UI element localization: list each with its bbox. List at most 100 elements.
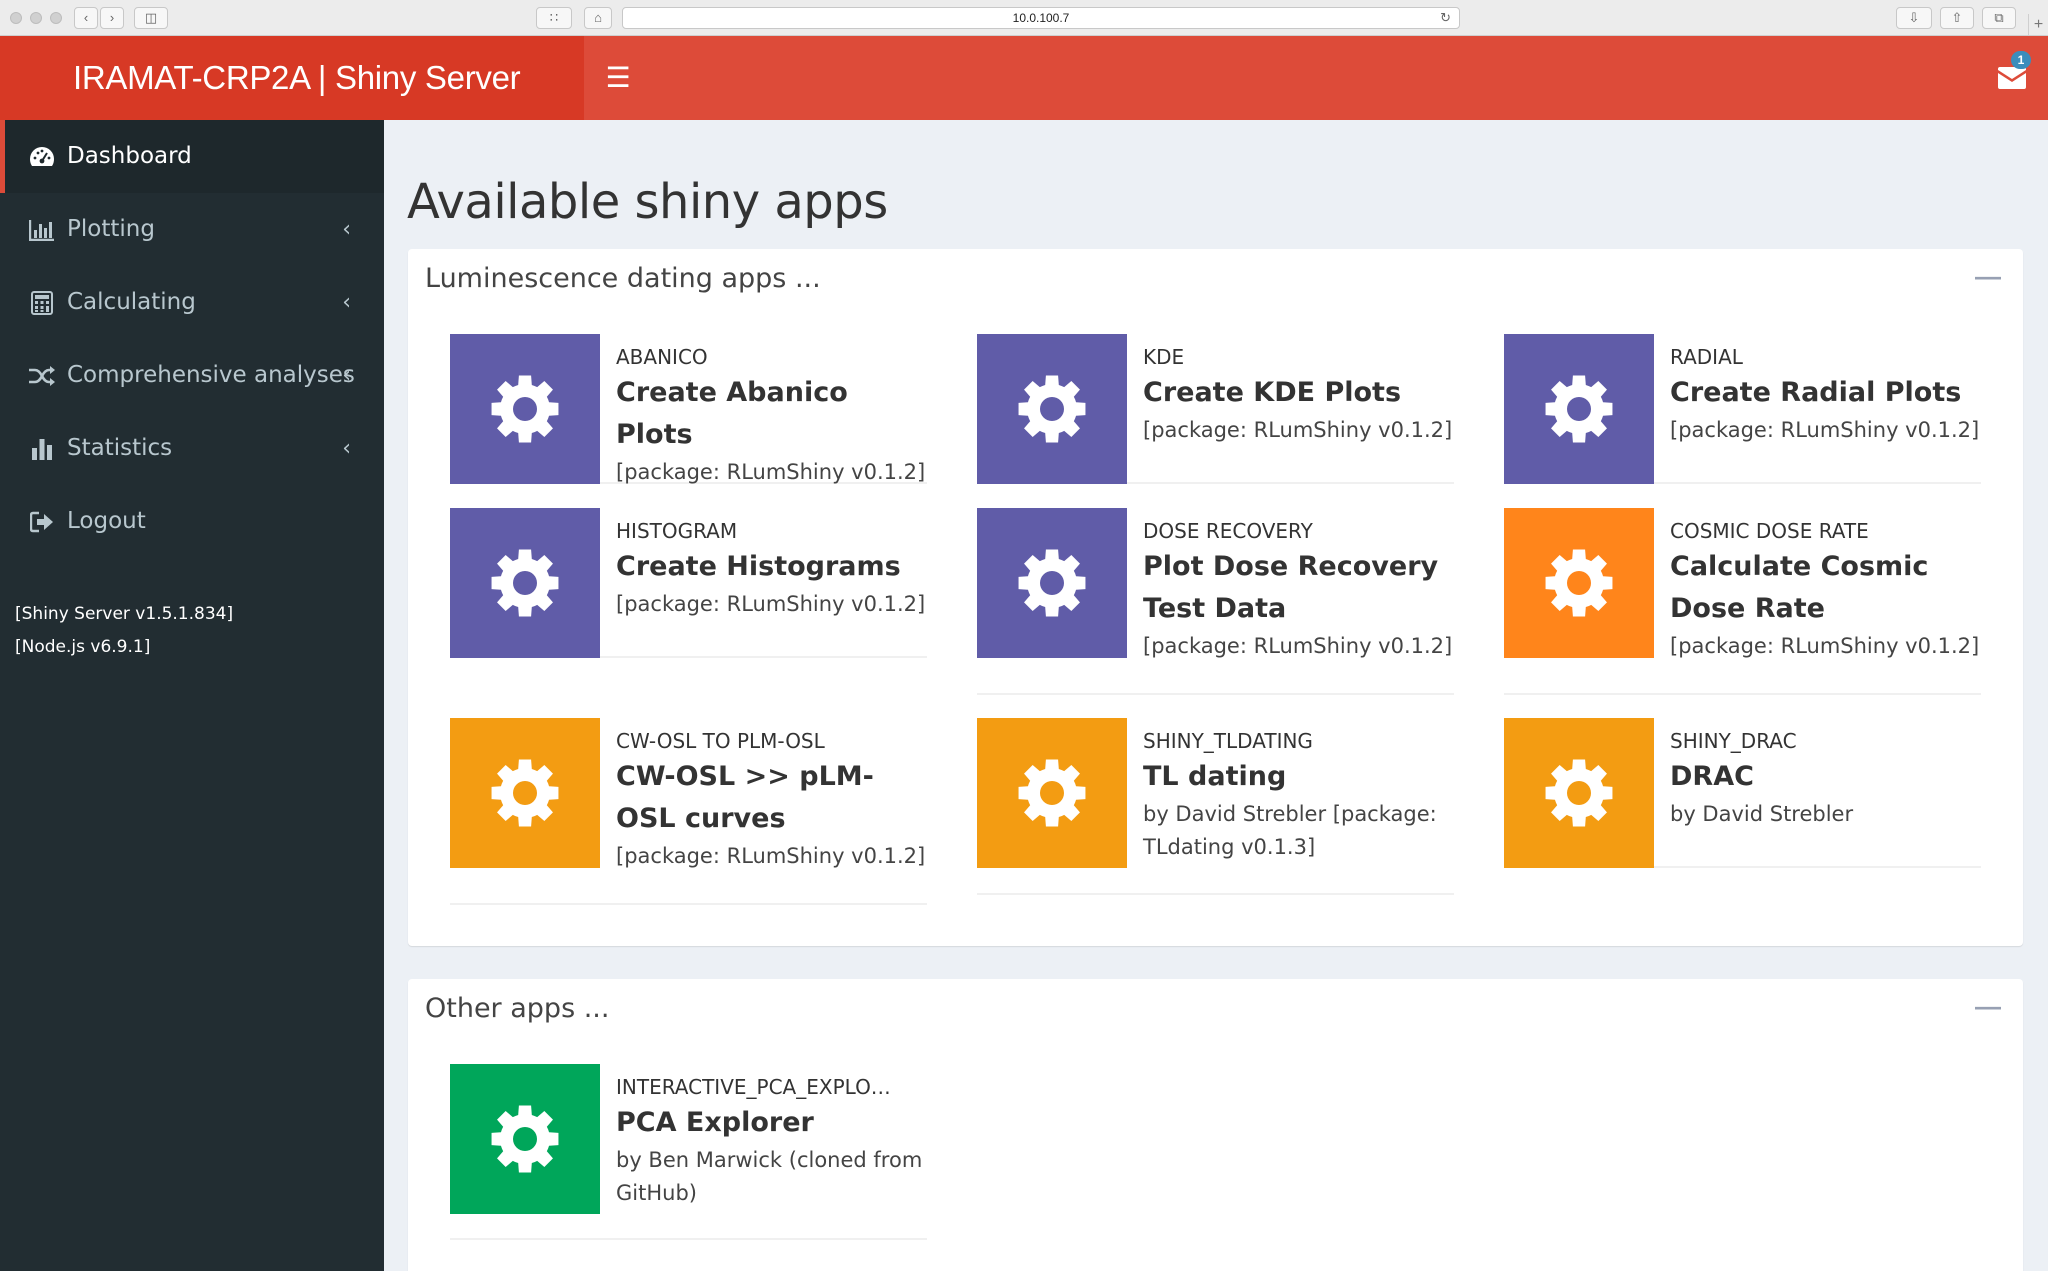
nodejs-version: [Node.js v6.9.1] <box>15 637 151 657</box>
app-title[interactable]: Create KDE Plots <box>1143 372 1454 414</box>
app-title[interactable]: Create Radial Plots <box>1670 372 1981 414</box>
sidebar-icon: ◫ <box>144 10 158 25</box>
angle-left-icon: ‹ <box>342 436 351 461</box>
browser-toolbar: ‹ › ◫ ∷ ⌂ 10.0.100.7 ↻ ⇩ ⇧ ⧉ + <box>0 0 2048 36</box>
collapse-button[interactable]: — <box>1973 991 2003 1021</box>
gear-icon <box>1504 508 1654 658</box>
app-card-cosmic-dose-rate[interactable]: COSMIC DOSE RATE Calculate Cosmic Dose R… <box>1504 508 1981 695</box>
url-bar[interactable]: 10.0.100.7 ↻ <box>622 7 1460 29</box>
luminescence-apps-box: Luminescence dating apps ... — ABANICO C… <box>408 249 2023 946</box>
app-title[interactable]: Create Abanico Plots <box>616 372 927 456</box>
app-header: IRAMAT-CRP2A | Shiny Server ☰ 1 <box>0 36 2048 120</box>
reload-icon[interactable]: ↻ <box>1440 8 1451 28</box>
sidebar-item-dashboard[interactable]: Dashboard <box>0 120 384 193</box>
app-name: KDE <box>1143 345 1185 369</box>
app-title[interactable]: CW-OSL >> pLM-OSL curves <box>616 756 927 840</box>
app-name: HISTOGRAM <box>616 519 738 543</box>
random-icon <box>28 339 56 412</box>
app-card-drac[interactable]: SHINY_DRAC DRAC by David Strebler <box>1504 718 1981 868</box>
app-title[interactable]: DRAC <box>1670 756 1981 798</box>
sidebar-item-label: Comprehensive analyses <box>67 362 355 388</box>
sidebar-item-label: Calculating <box>67 289 196 315</box>
sidebar-item-label: Statistics <box>67 435 173 461</box>
gear-icon <box>450 718 600 868</box>
tabs-icon: ⧉ <box>1994 10 2004 25</box>
gear-icon <box>977 334 1127 484</box>
app-name: COSMIC DOSE RATE <box>1670 519 1869 543</box>
gear-icon <box>977 508 1127 658</box>
stats-icon <box>28 412 56 485</box>
sidebar-item-logout[interactable]: Logout <box>0 485 384 558</box>
sign-out-icon <box>28 485 56 558</box>
app-description: [package: RLumShiny v0.1.2] <box>1143 634 1453 658</box>
app-description: [package: RLumShiny v0.1.2] <box>616 592 926 616</box>
tabs-button[interactable]: ⧉ <box>1982 7 2016 29</box>
app-name: INTERACTIVE_PCA_EXPLO… <box>616 1075 891 1099</box>
new-tab-button[interactable]: + <box>2028 14 2048 36</box>
sidebar-item-label: Logout <box>67 508 146 534</box>
app-title[interactable]: PCA Explorer <box>616 1102 927 1144</box>
app-title[interactable]: TL dating <box>1143 756 1454 798</box>
app-card-cw-osl[interactable]: CW-OSL TO PLM-OSL CW-OSL >> pLM-OSL curv… <box>450 718 927 905</box>
window-close-button[interactable] <box>10 12 22 24</box>
url-text: 10.0.100.7 <box>1012 11 1070 25</box>
download-icon: ⇩ <box>1908 10 1920 25</box>
message-count-badge: 1 <box>2011 51 2031 69</box>
box-title: Luminescence dating apps ... <box>425 263 821 294</box>
window-zoom-button[interactable] <box>50 12 62 24</box>
top-sites-button[interactable]: ∷ <box>536 7 572 29</box>
sidebar: Dashboard Plotting ‹ Calculating ‹ Compr… <box>0 120 384 1271</box>
app-name: RADIAL <box>1670 345 1743 369</box>
app-card-radial[interactable]: RADIAL Create Radial Plots [package: RLu… <box>1504 334 1981 484</box>
grid-icon: ∷ <box>549 10 559 25</box>
app-name: SHINY_TLDATING <box>1143 729 1313 753</box>
app-title[interactable]: Calculate Cosmic Dose Rate <box>1670 546 1981 630</box>
gear-icon <box>1504 334 1654 484</box>
envelope-icon <box>1998 67 2026 89</box>
collapse-button[interactable]: — <box>1973 261 2003 291</box>
home-button[interactable]: ⌂ <box>584 7 612 29</box>
dashboard-icon <box>28 120 56 193</box>
app-name: DOSE RECOVERY <box>1143 519 1313 543</box>
sidebar-item-comprehensive-analyses[interactable]: Comprehensive analyses ‹ <box>0 339 384 412</box>
window-minimize-button[interactable] <box>30 12 42 24</box>
gear-icon <box>450 508 600 658</box>
home-icon: ⌂ <box>594 10 602 25</box>
bar-chart-icon <box>28 193 56 266</box>
sidebar-item-label: Plotting <box>67 216 155 242</box>
forward-button[interactable]: › <box>100 7 124 29</box>
share-button[interactable]: ⇧ <box>1940 7 1974 29</box>
app-card-tl-dating[interactable]: SHINY_TLDATING TL dating by David Strebl… <box>977 718 1454 895</box>
app-title[interactable]: Plot Dose Recovery Test Data <box>1143 546 1454 630</box>
sidebar-item-statistics[interactable]: Statistics ‹ <box>0 412 384 485</box>
downloads-button[interactable]: ⇩ <box>1896 7 1932 29</box>
app-description: [package: RLumShiny v0.1.2] <box>1143 418 1453 442</box>
angle-left-icon: ‹ <box>342 217 351 242</box>
sidebar-toggle[interactable]: ☰ <box>600 56 636 100</box>
app-card-abanico[interactable]: ABANICO Create Abanico Plots [package: R… <box>450 334 927 484</box>
gear-icon <box>977 718 1127 868</box>
page-title: Available shiny apps <box>407 174 888 230</box>
app-name: SHINY_DRAC <box>1670 729 1797 753</box>
minus-icon: — <box>1975 261 2001 291</box>
gear-icon <box>450 334 600 484</box>
app-name: ABANICO <box>616 345 708 369</box>
box-title: Other apps ... <box>425 993 610 1024</box>
gear-icon <box>450 1064 600 1214</box>
sidebar-item-plotting[interactable]: Plotting ‹ <box>0 193 384 266</box>
calculator-icon <box>28 266 56 339</box>
app-card-histogram[interactable]: HISTOGRAM Create Histograms [package: RL… <box>450 508 927 658</box>
back-button[interactable]: ‹ <box>74 7 98 29</box>
sidebar-item-label: Dashboard <box>67 143 192 169</box>
sidebar-item-calculating[interactable]: Calculating ‹ <box>0 266 384 339</box>
sidebar-toggle-button[interactable]: ◫ <box>134 7 168 29</box>
angle-left-icon: ‹ <box>342 363 351 388</box>
logo[interactable]: IRAMAT-CRP2A | Shiny Server <box>0 36 584 120</box>
app-description: by David Strebler <box>1670 802 1854 826</box>
app-card-pca-explorer[interactable]: INTERACTIVE_PCA_EXPLO… PCA Explorer by B… <box>450 1064 927 1240</box>
app-title[interactable]: Create Histograms <box>616 546 927 588</box>
other-apps-box: Other apps ... — INTERACTIVE_PCA_EXPLO… … <box>408 979 2023 1271</box>
app-card-dose-recovery[interactable]: DOSE RECOVERY Plot Dose Recovery Test Da… <box>977 508 1454 695</box>
app-card-kde[interactable]: KDE Create KDE Plots [package: RLumShiny… <box>977 334 1454 484</box>
chevron-right-icon: › <box>109 10 115 25</box>
